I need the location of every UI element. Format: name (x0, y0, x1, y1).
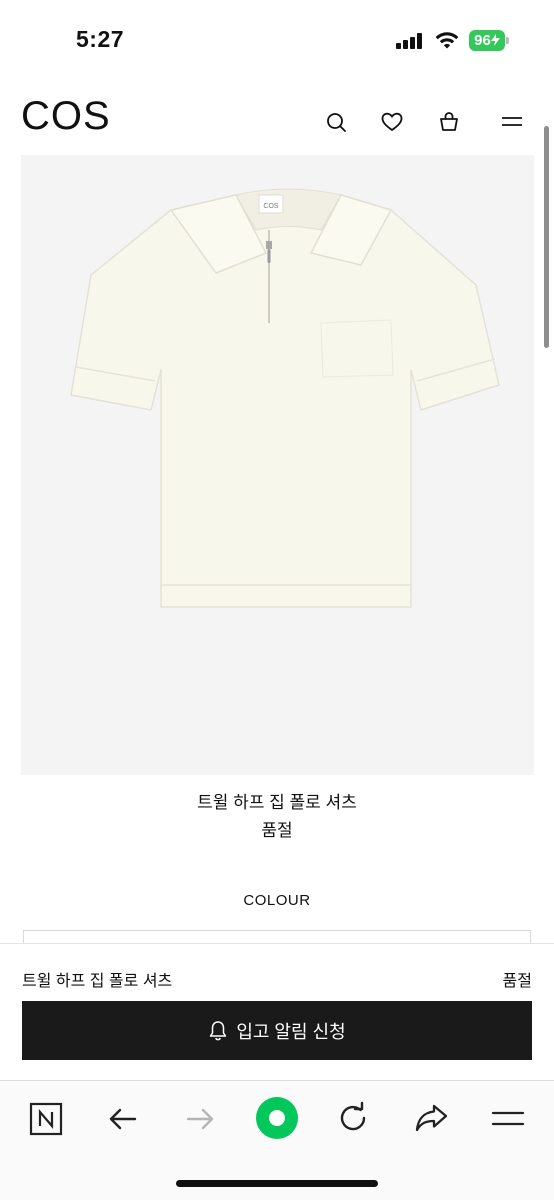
sold-out-label: 품절 (261, 821, 293, 840)
sticky-product-name: 트윌 하프 집 폴로 셔츠 (22, 973, 173, 990)
garment-tag: COS (263, 203, 279, 210)
product-info: 트윌 하프 집 폴로 셔츠 품절 (0, 790, 554, 844)
cellular-signal-icon (396, 33, 422, 49)
status-time: 5:27 (76, 26, 125, 52)
refresh-icon[interactable] (336, 1101, 372, 1137)
green-dot-icon[interactable] (255, 1096, 299, 1140)
home-indicator (176, 1180, 378, 1187)
site-header: COS (0, 90, 554, 150)
product-name: 트윌 하프 집 폴로 셔츠 (197, 793, 357, 812)
search-icon[interactable] (324, 110, 348, 134)
menu-icon[interactable] (500, 110, 524, 134)
status-bar: 5:27 96 (0, 0, 554, 80)
scroll-indicator[interactable] (544, 126, 549, 348)
forward-arrow-icon (186, 1108, 214, 1130)
wifi-icon (435, 32, 459, 49)
restock-notify-button[interactable]: 입고 알림 신청 (22, 1001, 532, 1060)
cos-logo[interactable]: COS (21, 94, 111, 139)
back-arrow-icon[interactable] (105, 1101, 141, 1137)
battery-icon: 96 (469, 30, 509, 52)
colour-label: COLOUR (243, 892, 311, 909)
sticky-purchase-bar: 트윌 하프 집 폴로 셔츠 품절 입고 알림 신청 (0, 943, 554, 1078)
naver-n-icon[interactable] (28, 1101, 64, 1137)
restock-notify-label: 입고 알림 신청 (236, 1021, 346, 1042)
heart-icon[interactable] (380, 110, 404, 134)
bag-icon[interactable] (437, 110, 461, 134)
browser-menu-icon[interactable] (490, 1101, 526, 1137)
polo-shirt-illustration: COS (70, 188, 500, 608)
sticky-sold-out-label: 품절 (502, 973, 532, 990)
share-icon[interactable] (413, 1101, 449, 1137)
bell-icon (210, 1020, 227, 1040)
battery-level: 96 (474, 32, 491, 49)
product-image[interactable]: COS (21, 155, 534, 775)
